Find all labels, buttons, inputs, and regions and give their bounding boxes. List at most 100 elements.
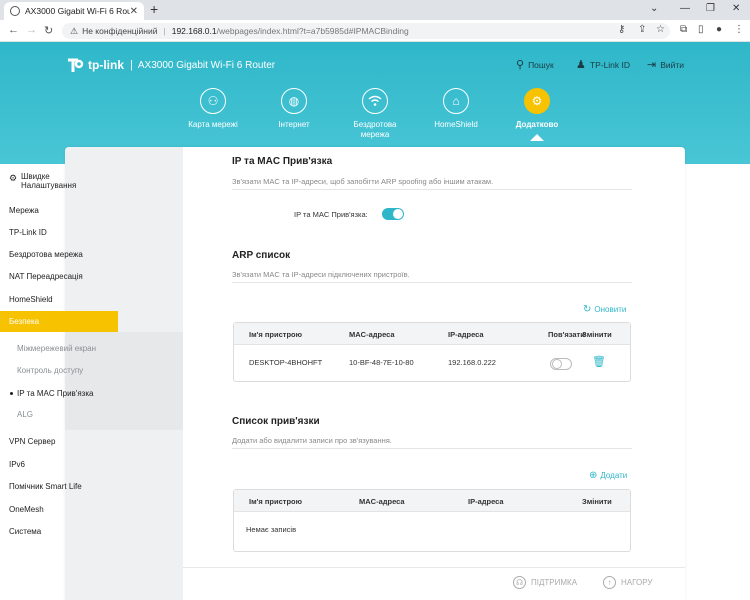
sidebar-item-onemesh[interactable]: OneMesh <box>0 505 118 514</box>
tab-title: AX3000 Gigabit Wi-Fi 6 Router <box>25 6 130 16</box>
router-header: tp-link | AX3000 Gigabit Wi-Fi 6 Router … <box>0 42 750 164</box>
extensions-icon[interactable]: ⧉ <box>680 24 687 35</box>
profile-icon[interactable]: ● <box>716 24 722 35</box>
sidebar-item-ipv6[interactable]: IPv6 <box>0 460 118 469</box>
binding-table-header: Ім'я пристрою MAC-адреса IP-адреса Зміни… <box>234 490 630 512</box>
window-close-icon[interactable]: ✕ <box>732 3 740 14</box>
sidebar-item-system[interactable]: Система <box>0 527 118 536</box>
menu-icon[interactable]: ⋮ <box>734 24 744 35</box>
column-header: IP-адреса <box>448 330 484 339</box>
globe-icon: ◍ <box>281 88 307 114</box>
logo-text: tp-link <box>88 58 124 72</box>
browser-tab[interactable]: AX3000 Gigabit Wi-Fi 6 Router ✕ <box>4 2 144 20</box>
share-icon[interactable]: ⇪ <box>638 24 646 35</box>
model-name: AX3000 Gigabit Wi-Fi 6 Router <box>137 59 276 71</box>
tab-close-icon[interactable]: ✕ <box>130 6 138 17</box>
url-host: 192.168.0.1 <box>171 26 217 36</box>
nav-internet[interactable]: ◍ Інтернет <box>254 88 334 130</box>
chevron-down-icon[interactable]: ⌄ <box>650 3 658 14</box>
search-link[interactable]: ⚲ Пошук <box>516 58 554 71</box>
refresh-button[interactable]: ↻ Оновити <box>583 304 626 315</box>
reload-icon[interactable]: ↻ <box>44 24 53 37</box>
browser-toolbar: ← → ↻ ⚠ Не конфіденційний | 192.168.0.1/… <box>0 20 750 42</box>
sidebar-item-security[interactable]: Безпека <box>0 311 118 332</box>
binding-table: Ім'я пристрою MAC-адреса IP-адреса Зміни… <box>233 489 631 552</box>
column-header: Ім'я пристрою <box>249 497 303 506</box>
sidebar-item-homeshield[interactable]: HomeShield <box>0 295 118 304</box>
restore-icon[interactable]: ❐ <box>706 3 715 14</box>
sidebar-sub-access-control[interactable]: Контроль доступу <box>0 366 118 375</box>
binding-title: IP та MAC Прив'язка <box>232 156 333 167</box>
sidebar-item-quick-setup[interactable]: ⚙ Швидке Налаштування <box>0 172 118 190</box>
sidebar-item-network[interactable]: Мережа <box>0 206 118 215</box>
column-header: Ім'я пристрою <box>249 330 303 339</box>
sidebar-item-tplink-id[interactable]: TP-Link ID <box>0 228 118 237</box>
tplink-id-link[interactable]: ♟ TP-Link ID <box>576 58 630 71</box>
sidebar-sub-alg[interactable]: ALG <box>0 410 118 419</box>
key-icon[interactable]: ⚷ <box>618 24 625 35</box>
sidebar-item-wireless[interactable]: Бездротова мережа <box>0 250 118 259</box>
binding-description: Зв'язати MAC та IP-адреси, щоб запобігти… <box>232 177 494 186</box>
bind-toggle[interactable] <box>550 358 572 370</box>
column-header: Пов'язати <box>548 330 585 339</box>
sidebar-sub-ip-mac-binding[interactable]: IP та MAC Прив'язка <box>0 389 118 398</box>
active-dot-icon <box>10 392 13 396</box>
divider <box>232 448 632 449</box>
sidebar-item-vpn[interactable]: VPN Сервер <box>0 437 118 446</box>
binding-list-title: Список прив'язки <box>232 416 320 427</box>
headset-icon: ☊ <box>513 576 526 589</box>
add-button[interactable]: ⊕ Додати <box>589 470 627 481</box>
device-name: DESKTOP-4BHOHFT <box>249 358 323 367</box>
back-icon[interactable]: ← <box>8 24 19 36</box>
warning-icon[interactable]: ⚠ <box>70 26 78 37</box>
column-header: MAC-адреса <box>359 497 405 506</box>
column-header: Змінити <box>582 330 612 339</box>
nav-network-map[interactable]: ⚇ Карта мережі <box>173 88 253 130</box>
logout-link[interactable]: ⇥ Вийти <box>647 58 684 71</box>
sidepanel-icon[interactable]: ▯ <box>698 24 704 35</box>
ip-address: 192.168.0.222 <box>448 358 496 367</box>
tplink-logo-icon <box>66 56 84 74</box>
wifi-icon <box>362 88 388 114</box>
globe-favicon-icon <box>10 6 20 16</box>
add-circle-icon: ⊕ <box>589 470 598 481</box>
homeshield-icon: ⌂ <box>443 88 469 114</box>
sidebar-item-smart-life[interactable]: Помічник Smart Life <box>0 482 118 491</box>
sidebar-sub-firewall[interactable]: Міжмережевий екран <box>0 344 118 353</box>
sidebar-item-nat[interactable]: NAT Переадресація <box>0 272 118 281</box>
logout-icon: ⇥ <box>647 59 657 71</box>
brand: tp-link | AX3000 Gigabit Wi-Fi 6 Router <box>66 56 275 74</box>
binding-toggle[interactable] <box>382 208 404 220</box>
refresh-icon: ↻ <box>583 304 592 315</box>
column-header: Змінити <box>582 497 612 506</box>
star-icon[interactable]: ☆ <box>656 24 665 35</box>
back-to-top-link[interactable]: ↑ НАГОРУ <box>603 576 652 589</box>
address-bar[interactable]: ⚠ Не конфіденційний | 192.168.0.1/webpag… <box>62 23 670 39</box>
security-label: Не конфіденційний <box>82 26 158 36</box>
gear-icon: ⚙ <box>524 88 550 114</box>
table-row: DESKTOP-4BHOHFT 10-BF-48-7E-10-80 192.16… <box>234 345 630 381</box>
column-header: MAC-адреса <box>349 330 395 339</box>
network-map-icon: ⚇ <box>200 88 226 114</box>
url-path: /webpages/index.html?t=a7b5985d#IPMACBin… <box>216 26 409 36</box>
column-header: IP-адреса <box>468 497 504 506</box>
footer-divider <box>183 567 685 568</box>
person-icon: ♟ <box>576 59 586 71</box>
nav-homeshield[interactable]: ⌂ HomeShield <box>416 88 496 130</box>
nav-advanced[interactable]: ⚙ Додатково <box>497 88 577 130</box>
trash-icon[interactable]: 🗑 <box>592 355 606 368</box>
forward-icon[interactable]: → <box>26 24 37 36</box>
arp-title: ARP список <box>232 250 291 261</box>
minimize-icon[interactable]: — <box>680 3 690 14</box>
new-tab-icon[interactable]: + <box>150 1 158 17</box>
arp-description: Зв'язати MAC та IP-адреси підключених пр… <box>232 270 410 279</box>
divider <box>232 189 632 190</box>
search-icon: ⚲ <box>516 59 525 71</box>
browser-tab-bar: AX3000 Gigabit Wi-Fi 6 Router ✕ + ⌄ — ❐ … <box>0 0 750 20</box>
support-link[interactable]: ☊ ПІДТРИМКА <box>513 576 577 589</box>
binding-toggle-label: IP та MAC Прив'язка: <box>294 210 368 219</box>
binding-list-description: Додати або видалити записи про зв'язуван… <box>232 436 392 445</box>
nav-wireless[interactable]: Бездротова мережа <box>335 88 415 140</box>
empty-text: Немає записів <box>246 525 297 534</box>
arrow-up-icon: ↑ <box>603 576 616 589</box>
